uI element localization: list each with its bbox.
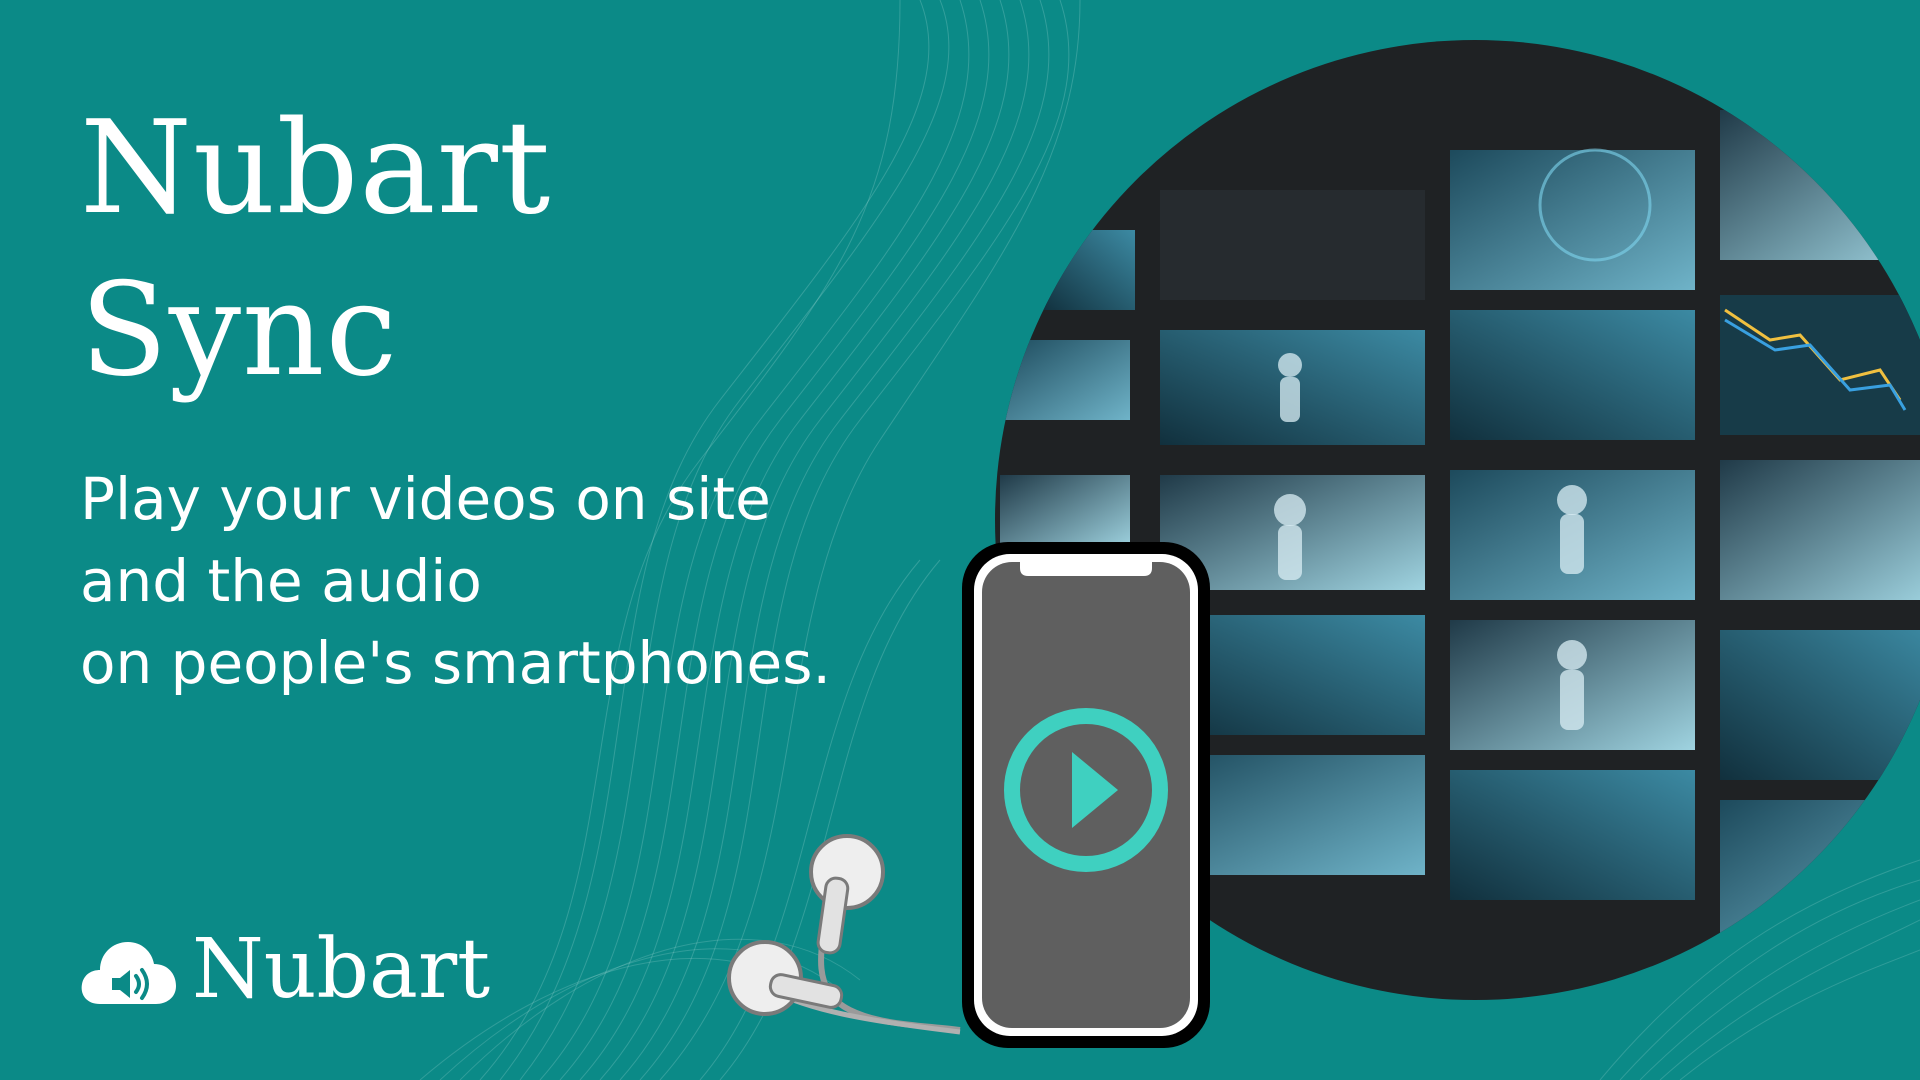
earbuds-icon [727,834,961,1035]
cloud-speaker-icon [81,942,176,1004]
logo-text: Nubart [192,922,491,1017]
tagline-line-3: on people's smartphones. [80,629,831,697]
tagline: Play your videos on site and the audio o… [80,458,831,704]
smartphone [962,542,1210,1048]
headline-line-1: Nubart [80,94,552,243]
headline-line-2: Sync [80,256,399,405]
nubart-logo: Nubart [80,925,490,1015]
headline: Nubart Sync [80,88,551,412]
tagline-line-1: Play your videos on site [80,465,771,533]
tagline-line-2: and the audio [80,547,482,615]
